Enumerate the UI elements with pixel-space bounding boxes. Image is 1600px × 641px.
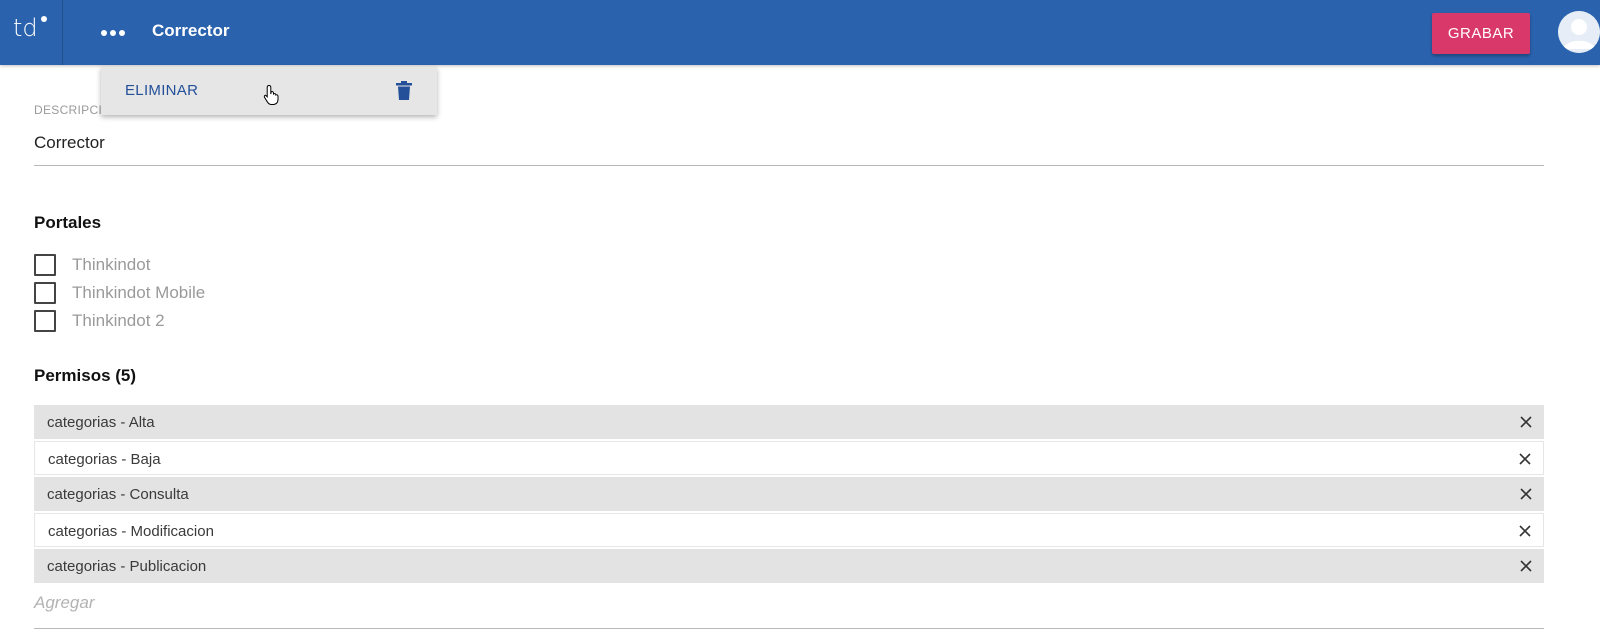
trash-icon[interactable] (394, 80, 414, 102)
checkbox[interactable] (34, 310, 56, 332)
user-avatar-icon[interactable] (1558, 11, 1600, 53)
checkbox-label: Thinkindot 2 (72, 311, 165, 330)
close-icon[interactable] (1519, 453, 1531, 465)
permission-chip: categorias - Publicacion (34, 549, 1544, 583)
hand-cursor-icon (263, 84, 279, 105)
permission-chip: categorias - Consulta (34, 477, 1544, 511)
description-underline (34, 165, 1544, 166)
close-icon[interactable] (1520, 416, 1532, 428)
close-icon[interactable] (1520, 560, 1532, 572)
save-button[interactable]: GRABAR (1432, 13, 1530, 54)
app-logo[interactable]: td (0, 0, 63, 65)
permission-label: categorias - Baja (48, 451, 161, 468)
checkbox[interactable] (34, 254, 56, 276)
app-bar: td Corrector GRABAR (0, 0, 1600, 65)
checkbox-label: Thinkindot Mobile (72, 283, 206, 302)
portales-title: Portales (34, 213, 102, 232)
permissions-list: categorias - Alta categorias - Baja cate… (34, 405, 1544, 585)
permission-chip: categorias - Alta (34, 405, 1544, 439)
close-icon[interactable] (1519, 525, 1531, 537)
permission-label: categorias - Consulta (47, 486, 189, 503)
delete-menu-item[interactable]: ELIMINAR (125, 82, 198, 99)
permission-chip: categorias - Baja (34, 441, 1544, 475)
permission-label: categorias - Modificacion (48, 523, 214, 540)
checkbox[interactable] (34, 282, 56, 304)
logo-text: td (13, 14, 38, 42)
permisos-title: Permisos (5) (34, 366, 137, 385)
checkbox-label: Thinkindot (72, 255, 151, 274)
add-permission-input[interactable]: Agregar (34, 593, 94, 613)
permission-label: categorias - Alta (47, 414, 155, 431)
description-input[interactable]: Corrector (34, 133, 105, 153)
close-icon[interactable] (1520, 488, 1532, 500)
more-horizontal-icon[interactable] (98, 20, 128, 44)
logo-dot (41, 16, 47, 22)
add-permission-underline (34, 628, 1544, 629)
permission-chip: categorias - Modificacion (34, 513, 1544, 547)
permission-label: categorias - Publicacion (47, 558, 207, 575)
page-title: Corrector (152, 21, 230, 40)
